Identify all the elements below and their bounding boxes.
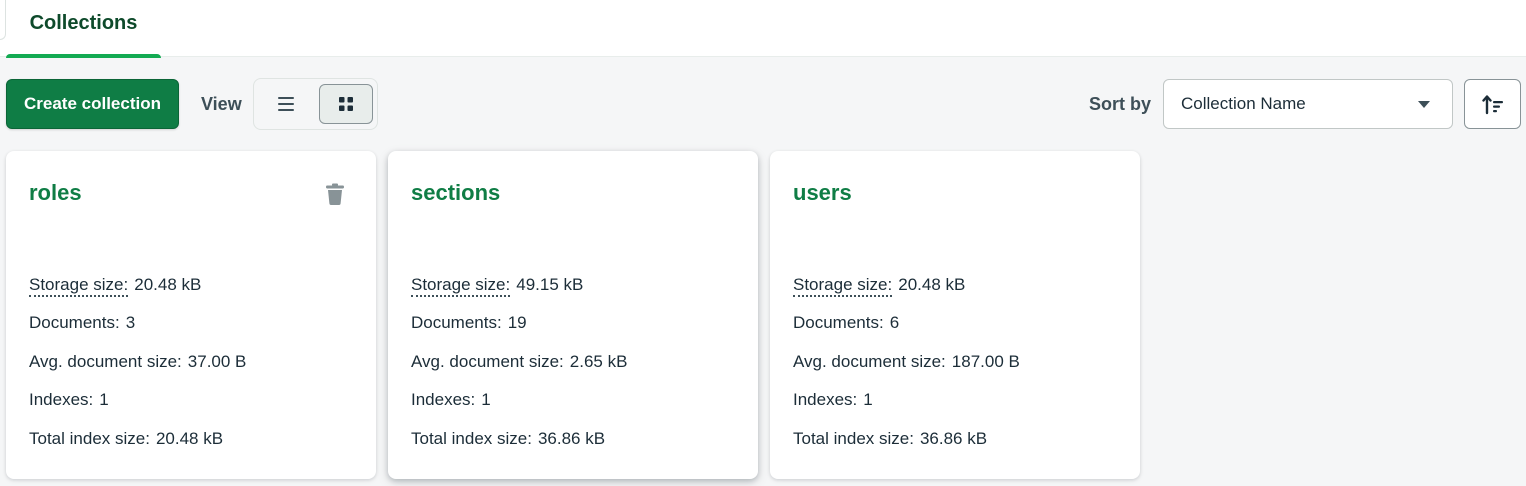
collection-card-users[interactable]: users Storage size: 20.48 kB Documents: 6 … [770,151,1140,479]
collection-name[interactable]: sections [411,180,500,206]
stat-value: 36.86 kB [537,429,606,448]
stat-value: 1 [481,390,491,409]
stat-value: 6 [889,313,900,332]
sort-direction-button[interactable] [1464,79,1521,129]
list-view-button[interactable] [259,84,313,124]
stat-indexes: Indexes: 1 [29,390,109,410]
stat-total-index-size: Total index size: 36.86 kB [411,429,605,449]
stat-indexes: Indexes: 1 [793,390,873,410]
stat-documents: Documents: 3 [29,313,135,333]
stat-value: 19 [507,313,527,332]
stat-label: Avg. document size: [793,352,946,371]
collection-card-sections[interactable]: sections Storage size: 49.15 kB Documents… [388,151,758,479]
stat-value: 37.00 B [187,352,247,371]
trash-icon [326,183,344,205]
stat-label: Documents: [29,313,120,332]
list-icon [278,97,294,111]
stat-label: Indexes: [29,390,94,409]
create-collection-button[interactable]: Create collection [6,79,179,129]
stat-label: Total index size: [793,429,914,448]
stat-label: Avg. document size: [411,352,564,371]
stat-label: Indexes: [793,390,858,409]
stat-total-index-size: Total index size: 20.48 kB [29,429,223,449]
caret-down-icon [1418,101,1430,108]
stat-value: 36.86 kB [919,429,988,448]
sort-select[interactable]: Collection Name [1163,79,1453,129]
stat-label: Indexes: [411,390,476,409]
stat-value: 20.48 kB [155,429,224,448]
sort-by-label: Sort by [1089,94,1152,114]
tab-bar: Collections [0,0,1526,58]
stat-label: Documents: [793,313,884,332]
delete-collection-button[interactable] [324,181,346,207]
stat-total-index-size: Total index size: 36.86 kB [793,429,987,449]
collection-name[interactable]: users [793,180,852,206]
stat-value: 187.00 B [951,352,1020,371]
stat-storage-size: Storage size: 49.15 kB [411,275,584,297]
stat-indexes: Indexes: 1 [411,390,491,410]
sort-select-value: Collection Name [1181,94,1306,113]
stat-value: 49.15 kB [516,275,584,294]
collection-card-roles[interactable]: roles Storage size: 20.48 kB Documents: 3 … [6,151,376,479]
stat-label: Total index size: [29,429,150,448]
stat-value: 1 [99,390,109,409]
grid-view-button[interactable] [319,84,373,124]
stat-label: Avg. document size: [29,352,182,371]
grid-icon [339,97,353,111]
stat-label: Storage size: [29,275,129,297]
stat-value: 3 [125,313,136,332]
stat-documents: Documents: 6 [793,313,899,333]
stat-label: Storage size: [411,275,511,297]
tab-label: Collections [29,12,138,34]
stat-value: 2.65 kB [569,352,628,371]
stat-label: Total index size: [411,429,532,448]
toolbar: Create collection View Sort by Collectio… [0,57,1526,147]
stat-documents: Documents: 19 [411,313,527,333]
stat-value: 20.48 kB [898,275,966,294]
stat-avg-document-size: Avg. document size: 187.00 B [793,352,1020,372]
sort-ascending-icon [1481,95,1503,115]
stat-storage-size: Storage size: 20.48 kB [793,275,966,297]
view-label: View [201,94,242,114]
stat-value: 1 [863,390,873,409]
stat-avg-document-size: Avg. document size: 2.65 kB [411,352,627,372]
stat-label: Storage size: [793,275,893,297]
collection-name[interactable]: roles [29,180,82,206]
stat-value: 20.48 kB [134,275,202,294]
stat-label: Documents: [411,313,502,332]
tab-collections[interactable]: Collections [6,0,161,58]
stat-storage-size: Storage size: 20.48 kB [29,275,202,297]
stat-avg-document-size: Avg. document size: 37.00 B [29,352,246,372]
view-mode-toggle [253,78,378,130]
